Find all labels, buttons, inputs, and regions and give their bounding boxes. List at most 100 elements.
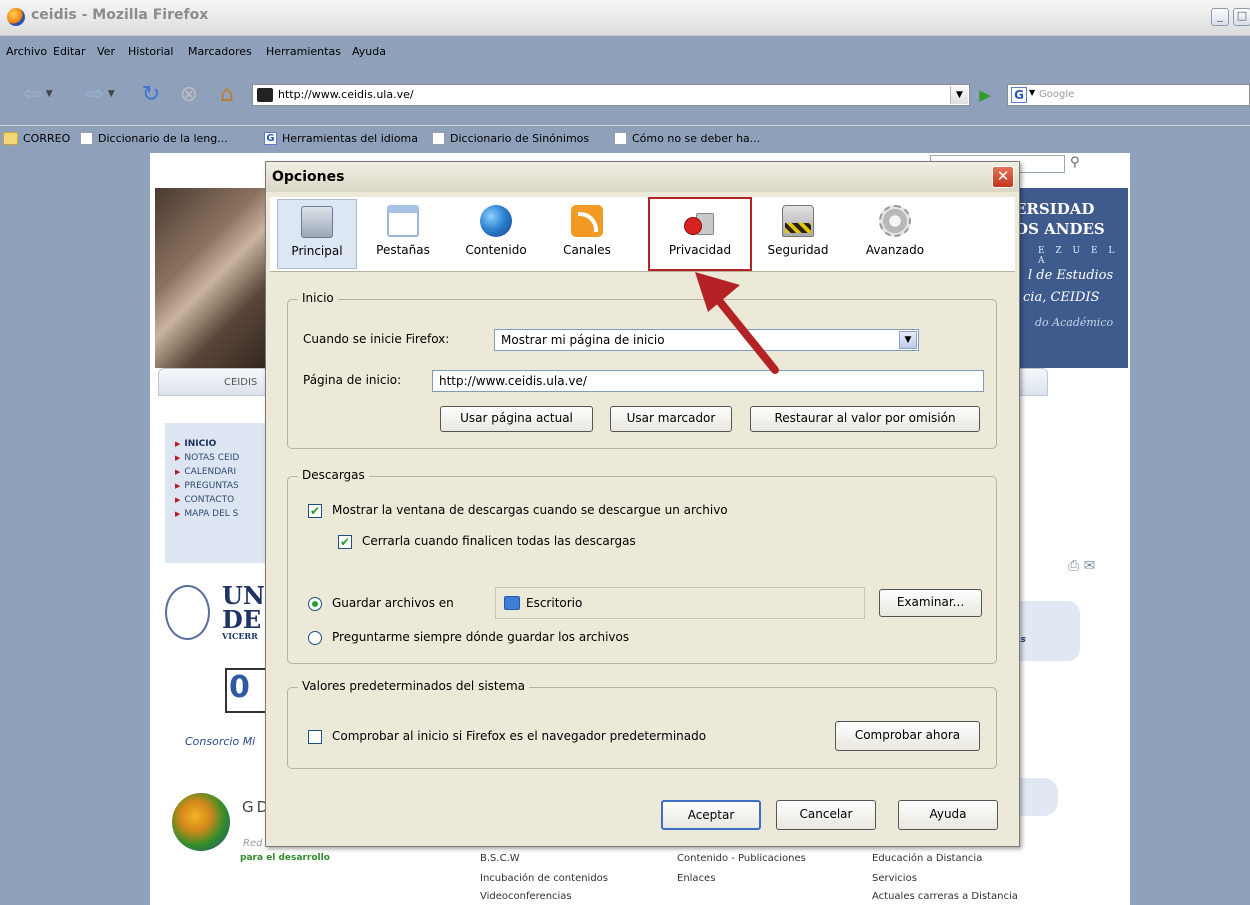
- dialog-title: Opciones: [272, 169, 345, 185]
- search-bar[interactable]: G ▼ Google: [1007, 84, 1250, 106]
- menu-historial[interactable]: Historial: [128, 45, 173, 58]
- page-icon: [432, 132, 445, 145]
- site-side-nav: ▶ INICIO ▶ NOTAS CEID ▶ CALENDARI ▶ PREGUNTA…: [165, 423, 275, 563]
- url-history-dropdown[interactable]: ▼: [950, 86, 968, 104]
- bookmark-herramientas[interactable]: G Herramientas del idioma: [264, 132, 418, 145]
- logo-text: VICERR: [222, 631, 258, 641]
- home-icon: ⌂: [220, 81, 234, 107]
- logo-text: Red: [243, 838, 263, 849]
- homepage-input[interactable]: http://www.ceidis.ula.ve/: [432, 370, 984, 392]
- pane-pestanas[interactable]: Pestañas: [363, 199, 443, 269]
- sidenav-item[interactable]: ▶ PREGUNTAS: [175, 481, 275, 491]
- footer-link[interactable]: Videoconferencias: [480, 891, 572, 902]
- padlock-icon: [782, 205, 814, 237]
- tabs-window-icon: [387, 205, 419, 237]
- check-now-button[interactable]: Comprobar ahora: [835, 721, 980, 751]
- sidenav-item[interactable]: ▶ NOTAS CEID: [175, 453, 275, 463]
- bookmark-label: Cómo no se deber ha...: [632, 132, 761, 145]
- window-titlebar: ceidis - Mozilla Firefox _ □: [0, 0, 1250, 36]
- help-button[interactable]: Ayuda: [898, 800, 998, 830]
- startup-label: Cuando se inicie Firefox:: [303, 332, 450, 346]
- go-arrow-icon: ▶: [979, 86, 991, 104]
- close-icon: ✕: [996, 167, 1010, 185]
- use-current-page-button[interactable]: Usar página actual: [440, 406, 593, 432]
- banner-text: do Académico: [1035, 316, 1114, 329]
- show-downloads-checkbox[interactable]: ✔: [308, 504, 322, 518]
- menu-ver[interactable]: Ver: [97, 45, 115, 58]
- gd-globe-logo: [172, 793, 230, 851]
- search-engine-icon[interactable]: G: [1011, 87, 1027, 103]
- search-icon[interactable]: ⚲: [1070, 155, 1080, 170]
- menu-archivo[interactable]: Archivo: [6, 45, 47, 58]
- save-to-label: Guardar archivos en: [332, 596, 454, 610]
- ok-button[interactable]: Aceptar: [661, 800, 761, 830]
- descargas-group: Descargas ✔ Mostrar la ventana de descar…: [287, 468, 997, 664]
- ask-always-radio[interactable]: [308, 631, 322, 645]
- banner-text: E Z U E L A: [1038, 246, 1119, 266]
- google-icon: G: [264, 132, 277, 145]
- pane-avanzado[interactable]: Avanzado: [850, 199, 940, 269]
- principal-switch-icon: [301, 206, 333, 238]
- pane-contenido[interactable]: Contenido: [450, 199, 542, 269]
- stop-button[interactable]: ⊗: [174, 79, 204, 109]
- use-bookmark-button[interactable]: Usar marcador: [610, 406, 732, 432]
- bookmark-como-no[interactable]: Cómo no se deber ha...: [614, 132, 760, 145]
- homepage-label: Página de inicio:: [303, 373, 402, 387]
- bookmark-label: CORREO: [23, 132, 71, 145]
- save-to-radio[interactable]: [308, 597, 322, 611]
- bookmark-sinonimos[interactable]: Diccionario de Sinónimos: [432, 132, 589, 145]
- pane-principal[interactable]: Principal: [277, 199, 357, 269]
- pane-seguridad[interactable]: Seguridad: [758, 199, 838, 269]
- minimize-button[interactable]: _: [1211, 8, 1229, 26]
- restore-default-button[interactable]: Restaurar al valor por omisión: [750, 406, 980, 432]
- options-dialog: Opciones ✕ Principal Pestañas Contenido …: [265, 161, 1020, 847]
- folder-icon: [504, 596, 520, 610]
- menu-marcadores[interactable]: Marcadores: [188, 45, 252, 58]
- menu-editar[interactable]: Editar: [53, 45, 86, 58]
- browse-button[interactable]: Examinar...: [879, 589, 982, 617]
- reload-icon: ↻: [141, 81, 161, 107]
- check-default-checkbox[interactable]: [308, 730, 322, 744]
- footer-link[interactable]: Educación a Distancia: [872, 853, 982, 864]
- url-bar[interactable]: http://www.ceidis.ula.ve/ ▼: [252, 84, 970, 106]
- url-text: http://www.ceidis.ula.ve/: [278, 88, 414, 101]
- site-tab-ceidis[interactable]: CEIDIS: [224, 377, 257, 388]
- home-button[interactable]: ⌂: [212, 79, 242, 109]
- sidenav-item[interactable]: ▶ CONTACTO: [175, 495, 275, 505]
- footer-link[interactable]: Enlaces: [677, 873, 715, 884]
- show-downloads-label: Mostrar la ventana de descargas cuando s…: [332, 503, 728, 517]
- menu-ayuda[interactable]: Ayuda: [352, 45, 386, 58]
- forward-button[interactable]: ⇨ ▼: [74, 79, 126, 109]
- close-button[interactable]: ✕: [992, 166, 1014, 188]
- bookmark-label: Diccionario de Sinónimos: [450, 132, 590, 145]
- go-button[interactable]: ▶: [974, 85, 996, 105]
- homepage-value: http://www.ceidis.ula.ve/: [439, 374, 587, 388]
- menu-herramientas[interactable]: Herramientas: [266, 45, 341, 58]
- cancel-button[interactable]: Cancelar: [776, 800, 876, 830]
- footer-link[interactable]: Incubación de contenidos: [480, 873, 608, 884]
- startup-value: Mostrar mi página de inicio: [501, 333, 665, 347]
- page-icon: [80, 132, 93, 145]
- sidenav-item[interactable]: ▶ MAPA DEL S: [175, 509, 275, 519]
- startup-select[interactable]: Mostrar mi página de inicio ▼: [494, 329, 919, 351]
- ask-always-label: Preguntarme siempre dónde guardar los ar…: [332, 630, 630, 644]
- bookmark-diccionario[interactable]: Diccionario de la leng...: [80, 132, 228, 145]
- reload-button[interactable]: ↻: [136, 79, 166, 109]
- back-arrow-icon: ⇦: [23, 81, 42, 107]
- pane-canales[interactable]: Canales: [548, 199, 626, 269]
- banner-text: cia, CEIDIS: [1023, 290, 1100, 305]
- pane-privacidad[interactable]: Privacidad: [648, 197, 752, 271]
- footer-link[interactable]: Servicios: [872, 873, 917, 884]
- inicio-group: Inicio Cuando se inicie Firefox: Mostrar…: [287, 291, 997, 449]
- footer-link[interactable]: B.S.C.W: [480, 853, 520, 864]
- chevron-down-icon: ▼: [107, 89, 115, 99]
- maximize-button[interactable]: □: [1233, 8, 1250, 26]
- sidenav-item[interactable]: ▶ INICIO: [175, 439, 275, 449]
- bookmark-correo[interactable]: CORREO: [3, 132, 70, 145]
- footer-link[interactable]: Actuales carreras a Distancia: [872, 891, 1018, 902]
- close-downloads-checkbox[interactable]: ✔: [338, 535, 352, 549]
- print-mail-icons[interactable]: ⎙ ✉: [1068, 558, 1095, 574]
- back-button[interactable]: ⇦ ▼: [12, 79, 64, 109]
- sidenav-item[interactable]: ▶ CALENDARI: [175, 467, 275, 477]
- footer-link[interactable]: Contenido - Publicaciones: [677, 853, 806, 864]
